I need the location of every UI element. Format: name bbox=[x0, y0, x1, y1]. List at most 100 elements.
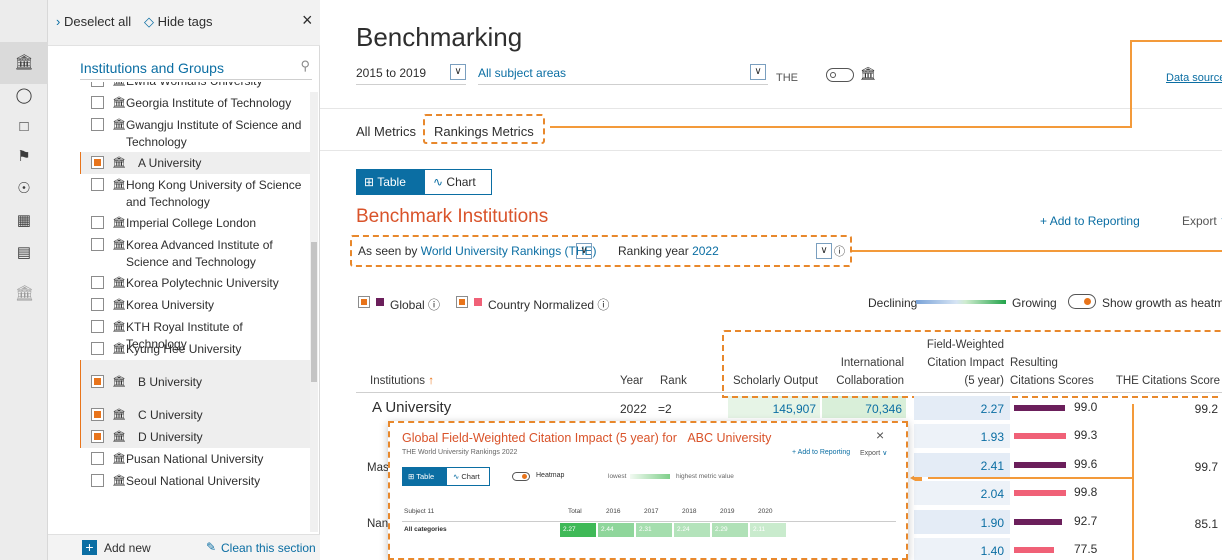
popup-add-to-reporting[interactable]: + Add to Reporting bbox=[792, 449, 850, 456]
flag-icon[interactable]: ⚑ bbox=[15, 148, 33, 166]
fwci-value[interactable]: 2.27 bbox=[920, 402, 1004, 416]
ranking-system-select[interactable]: World University Rankings (THE) bbox=[421, 244, 597, 258]
legend-global: Global ⓘ bbox=[390, 296, 440, 313]
list-item[interactable]: 🏛 B University bbox=[80, 360, 312, 404]
hide-tags-label: Hide tags bbox=[157, 14, 213, 29]
search-icon[interactable]: ⚲ bbox=[300, 58, 310, 74]
row-scholarly-output[interactable]: 145,907 bbox=[740, 402, 816, 416]
row-intl-collab[interactable]: 70,346 bbox=[824, 402, 902, 416]
list-item[interactable]: 🏛 KTH Royal Institute of Technology bbox=[80, 316, 312, 351]
add-new-button[interactable]: Add new bbox=[104, 541, 151, 555]
list-item[interactable]: 🏛 D University bbox=[80, 426, 312, 448]
popup-chart-button[interactable]: ∿ Chart bbox=[446, 467, 490, 486]
person-icon[interactable]: ◯ bbox=[15, 87, 33, 105]
year-range[interactable]: 2015 to 2019 bbox=[356, 66, 426, 80]
list-item[interactable]: 🏛 Kyung Hee University bbox=[80, 338, 312, 360]
list-item[interactable]: 🏛 Korea Advanced Institute of Science and… bbox=[80, 234, 312, 272]
list-item[interactable]: 🏛Ewha Womans University bbox=[80, 82, 312, 92]
list-item[interactable]: 🏛 Korea Polytechnic University bbox=[80, 272, 312, 294]
export-button[interactable]: Export ∨ bbox=[1182, 214, 1222, 228]
institution-checkbox[interactable] bbox=[91, 118, 104, 131]
institution-checkbox[interactable] bbox=[91, 342, 104, 355]
list-item[interactable]: 🏛 A University bbox=[80, 152, 312, 174]
list-scrollbar[interactable] bbox=[310, 92, 318, 532]
panel-toolbar: › Deselect all ◇ Hide tags × bbox=[48, 0, 320, 46]
subject-select[interactable]: All subject areas bbox=[478, 66, 566, 80]
institution-checkbox[interactable] bbox=[91, 238, 104, 251]
institution-checkbox[interactable] bbox=[91, 178, 104, 191]
report-icon[interactable]: ▤ bbox=[15, 244, 33, 262]
institution-checkbox[interactable] bbox=[91, 430, 104, 443]
chevron-down-icon[interactable]: ∨ bbox=[576, 243, 592, 259]
col-institutions-label: Institutions bbox=[370, 375, 425, 387]
chevron-down-icon[interactable]: ∨ bbox=[450, 64, 466, 80]
popup-table-button[interactable]: ⊞ Table bbox=[402, 467, 446, 486]
fwci-value[interactable]: 1.93 bbox=[920, 430, 1004, 444]
data-sources-link[interactable]: Data sources bbox=[1166, 72, 1222, 84]
list-item[interactable]: 🏛 Gwangju Institute of Science and Techno… bbox=[80, 114, 312, 152]
fwci-value[interactable]: 2.04 bbox=[920, 487, 1004, 501]
ranking-year-select[interactable]: 2022 bbox=[692, 244, 719, 258]
info-icon[interactable]: ⓘ bbox=[834, 243, 845, 259]
country-checkbox[interactable] bbox=[456, 296, 468, 308]
row-institution[interactable]: Nan bbox=[367, 518, 388, 530]
col-rank[interactable]: Rank bbox=[660, 374, 687, 389]
close-icon[interactable]: × bbox=[876, 427, 884, 443]
row-rank: =2 bbox=[658, 402, 672, 416]
chevron-down-icon[interactable]: ∨ bbox=[750, 64, 766, 80]
institution-checkbox[interactable] bbox=[91, 452, 104, 465]
institution-checkbox[interactable] bbox=[91, 298, 104, 311]
popup-export[interactable]: Export ∨ bbox=[860, 449, 887, 457]
institution-checkbox[interactable] bbox=[91, 375, 104, 388]
row-institution[interactable]: Mas bbox=[367, 462, 389, 474]
grid-icon[interactable]: ▦ bbox=[15, 212, 33, 230]
institution-icon: 🏛 bbox=[112, 119, 126, 131]
popup-heatmap-toggle[interactable] bbox=[512, 472, 530, 481]
info-icon[interactable]: ⓘ bbox=[428, 298, 440, 312]
institution-checkbox[interactable] bbox=[91, 320, 104, 333]
document-icon[interactable]: □ bbox=[15, 118, 33, 136]
info-icon[interactable]: ⓘ bbox=[597, 298, 609, 312]
fwci-value[interactable]: 1.40 bbox=[920, 544, 1004, 558]
institution-outline-icon[interactable]: 🏛 bbox=[15, 285, 34, 303]
table-view-button[interactable]: ⊞ Table bbox=[356, 169, 424, 195]
col-year[interactable]: Year bbox=[620, 374, 643, 389]
list-item[interactable]: 🏛 C University bbox=[80, 404, 312, 426]
list-item[interactable]: 🏛 Pusan National University bbox=[80, 448, 312, 470]
deselect-all-button[interactable]: › Deselect all bbox=[56, 14, 131, 29]
score-value: 99.3 bbox=[1074, 428, 1098, 442]
list-item[interactable]: 🏛 Georgia Institute of Technology bbox=[80, 92, 312, 114]
chart-view-button[interactable]: ∿ Chart bbox=[424, 169, 492, 195]
fwci-value[interactable]: 2.41 bbox=[920, 459, 1004, 473]
institution-checkbox[interactable] bbox=[91, 82, 104, 87]
heatmap-toggle[interactable] bbox=[1068, 294, 1096, 309]
close-icon[interactable]: × bbox=[302, 10, 313, 31]
scrollbar-thumb[interactable] bbox=[311, 242, 317, 382]
institution-icon: 🏛 bbox=[112, 217, 126, 229]
list-item[interactable]: 🏛 Korea University bbox=[80, 294, 312, 316]
tab-all-metrics[interactable]: All Metrics bbox=[356, 124, 416, 139]
chevron-down-icon[interactable]: ∨ bbox=[816, 243, 832, 259]
source-toggle[interactable] bbox=[826, 68, 854, 82]
fwci-value[interactable]: 1.90 bbox=[920, 516, 1004, 530]
col-institutions[interactable]: Institutions ↑ bbox=[370, 374, 434, 389]
clean-section-button[interactable]: Clean this section bbox=[221, 541, 316, 555]
institution-checkbox[interactable] bbox=[91, 474, 104, 487]
list-item[interactable]: 🏛 Seoul National University bbox=[80, 470, 312, 492]
hide-tags-button[interactable]: ◇ Hide tags bbox=[144, 14, 213, 30]
institution-checkbox[interactable] bbox=[91, 276, 104, 289]
institution-checkbox[interactable] bbox=[91, 408, 104, 421]
add-icon[interactable]: + bbox=[82, 540, 97, 555]
popup-table-label: Table bbox=[416, 472, 435, 481]
institution-checkbox[interactable] bbox=[91, 216, 104, 229]
global-checkbox[interactable] bbox=[358, 296, 370, 308]
row-institution[interactable]: A University bbox=[372, 399, 451, 416]
target-icon[interactable]: ☉ bbox=[15, 180, 33, 198]
institution-checkbox[interactable] bbox=[91, 96, 104, 109]
list-item[interactable]: 🏛 Imperial College London bbox=[80, 212, 312, 234]
institution-checkbox[interactable] bbox=[91, 156, 104, 169]
add-to-reporting-button[interactable]: + Add to Reporting bbox=[1040, 214, 1140, 228]
list-item[interactable]: 🏛 Hong Kong University of Science and Tec… bbox=[80, 174, 312, 212]
institution-name: Gwangju Institute of Science and Technol… bbox=[126, 118, 302, 149]
institution-icon[interactable]: 🏛 bbox=[0, 42, 48, 84]
